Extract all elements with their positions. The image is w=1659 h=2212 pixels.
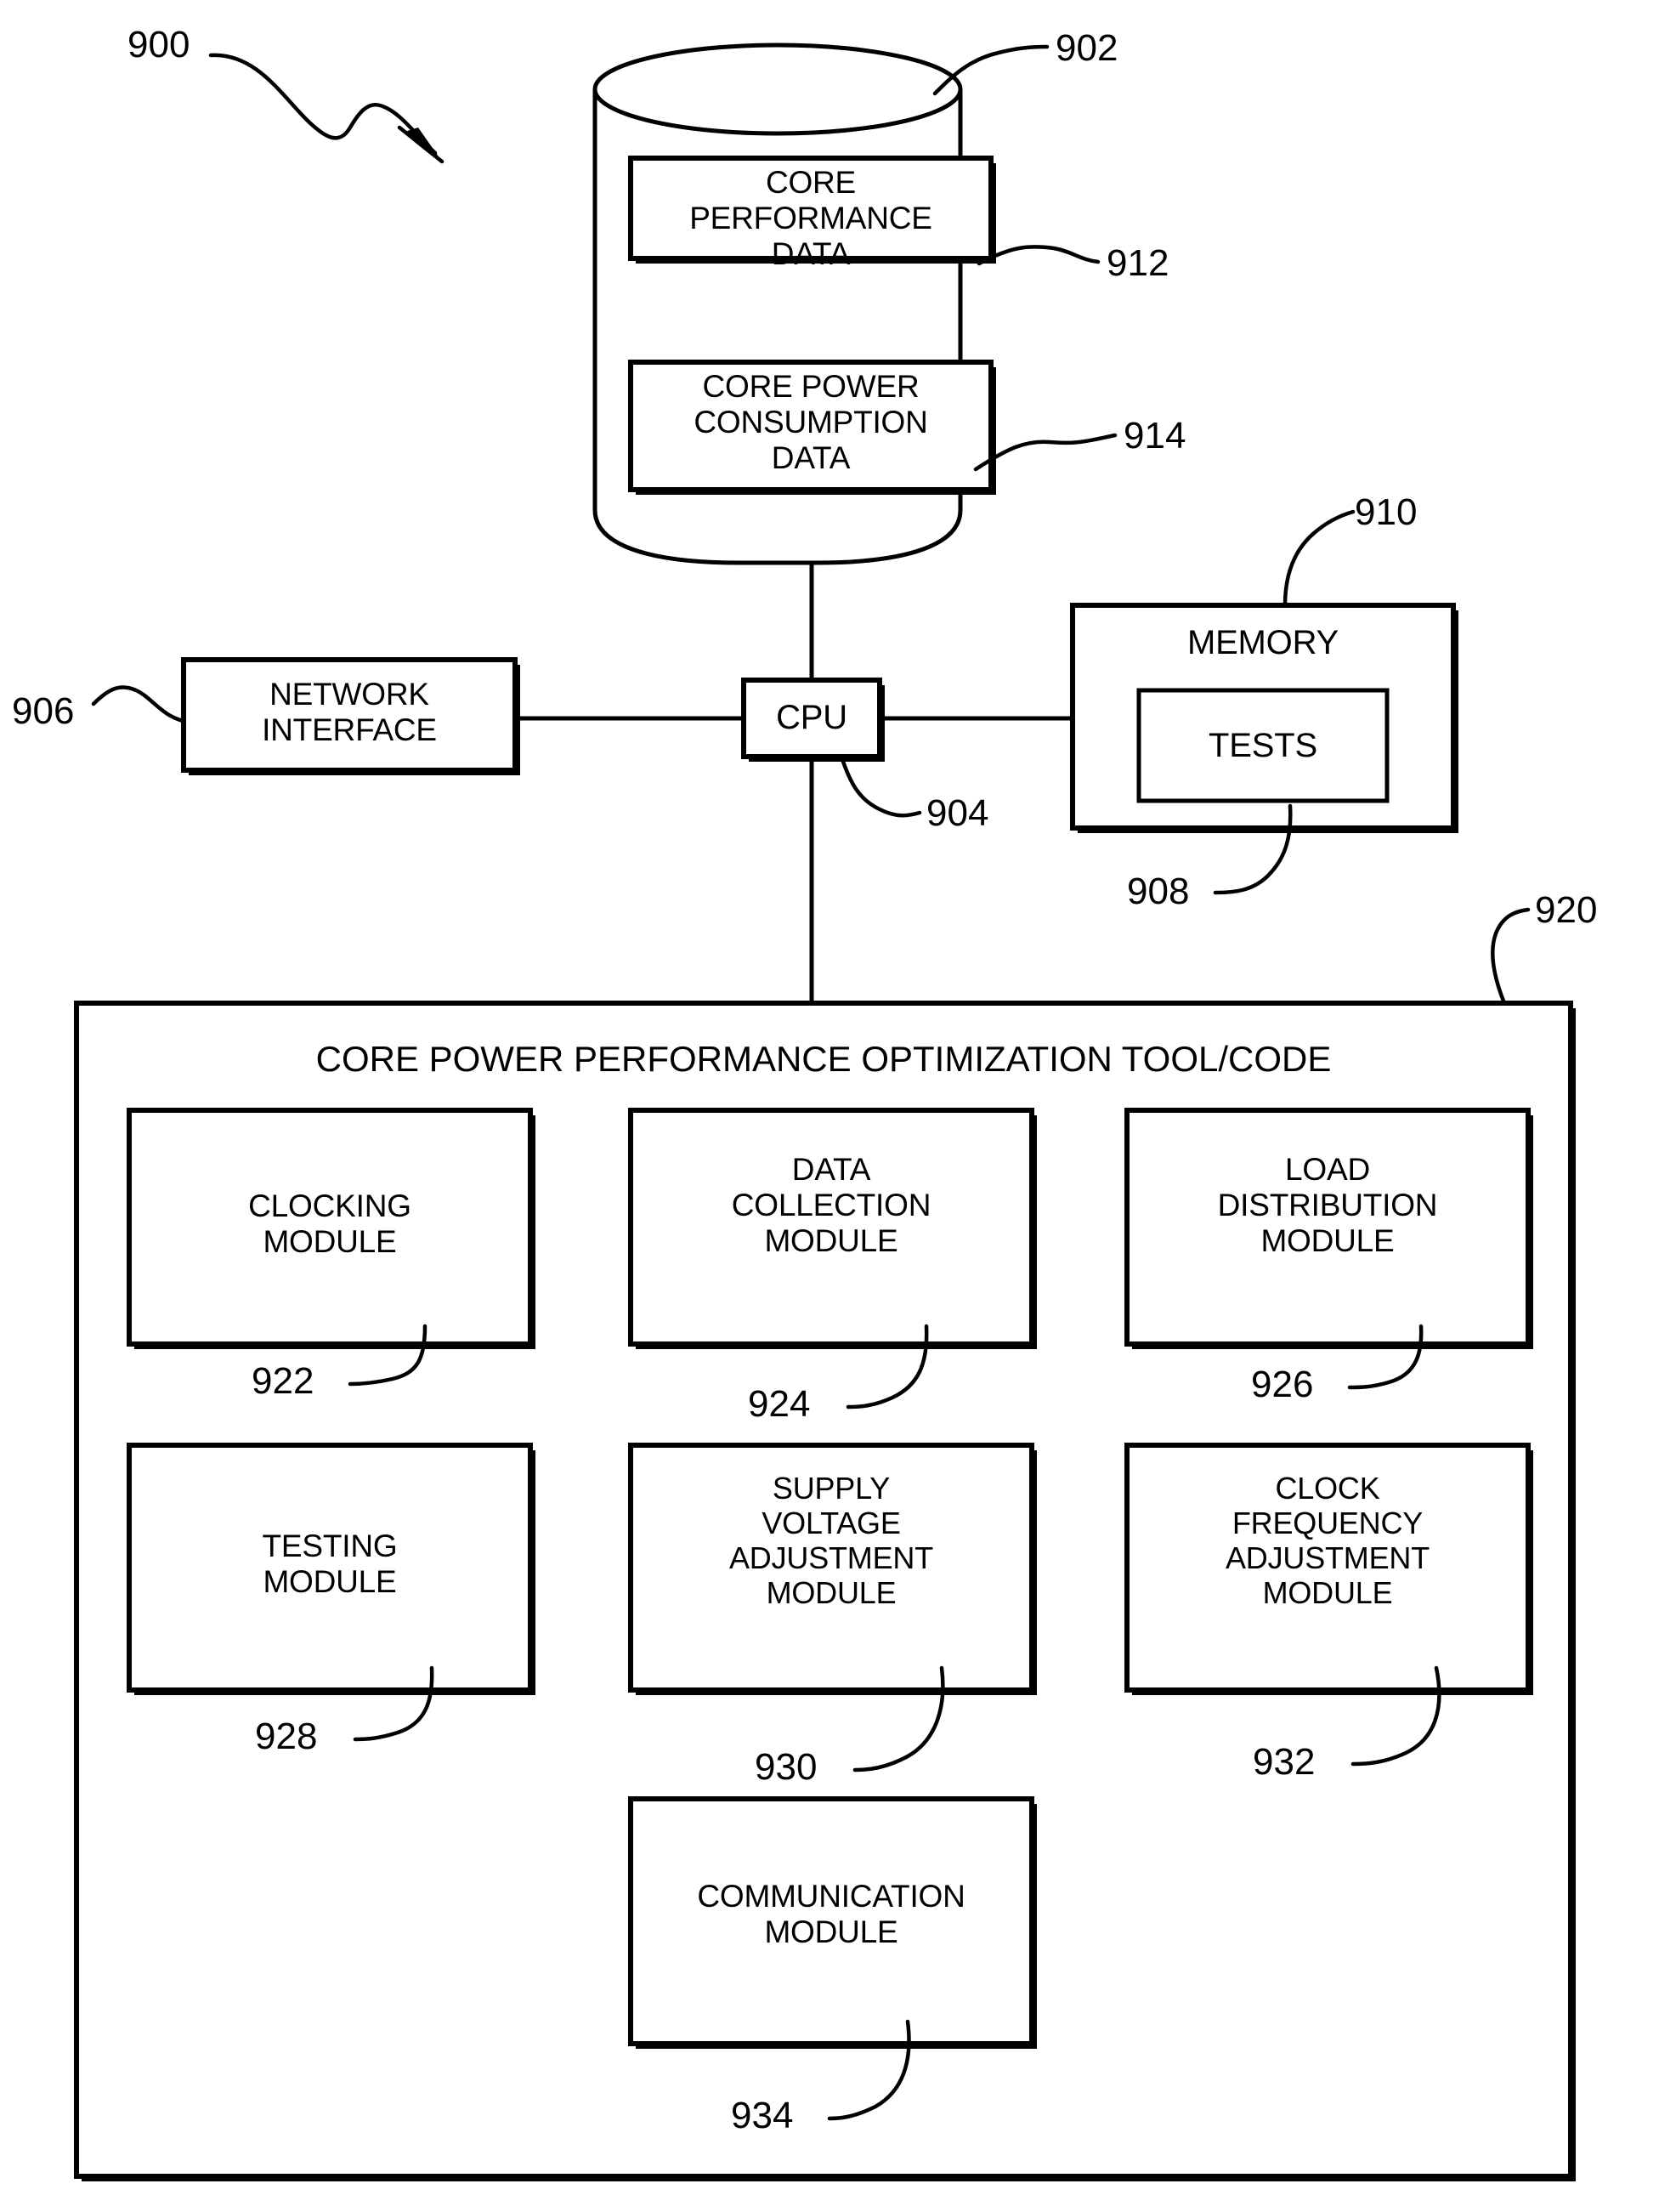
module-label-load-distribution: LOAD DISTRIBUTION MODULE — [1217, 1152, 1438, 1259]
module-label-testing: TESTING MODULE — [262, 1529, 398, 1600]
ref-904: 904 — [926, 792, 989, 834]
ref-922: 922 — [252, 1360, 314, 1402]
ref-908: 908 — [1127, 871, 1190, 912]
leader-920 — [1491, 907, 1531, 1006]
memory-label: MEMORY — [1186, 624, 1339, 661]
ref-930: 930 — [755, 1746, 818, 1788]
ref-914: 914 — [1124, 415, 1186, 457]
leader-914 — [973, 433, 1118, 472]
core-performance-data-label: CORE PERFORMANCE DATA — [689, 165, 932, 272]
tool-title: CORE POWER PERFORMANCE OPTIMIZATION TOOL… — [315, 1039, 1332, 1079]
ref-926: 926 — [1251, 1364, 1314, 1405]
ref-924: 924 — [748, 1383, 811, 1425]
module-label-supply-voltage: SUPPLY VOLTAGE ADJUSTMENT MODULE — [729, 1471, 933, 1611]
ref-928: 928 — [255, 1716, 318, 1757]
ref-934: 934 — [731, 2095, 794, 2136]
module-label-data-collection: DATA COLLECTION MODULE — [731, 1152, 931, 1259]
figure-ref-900: 900 — [127, 24, 190, 65]
ref-912: 912 — [1107, 242, 1169, 284]
ref-932: 932 — [1253, 1741, 1316, 1783]
module-label-clock-frequency: CLOCK FREQUENCY ADJUSTMENT MODULE — [1226, 1471, 1430, 1611]
leader-910 — [1282, 509, 1356, 608]
leader-912 — [977, 245, 1101, 266]
core-power-consumption-data-label: CORE POWER CONSUMPTION DATA — [694, 369, 928, 476]
leader-906 — [91, 685, 186, 723]
ref-906: 906 — [12, 690, 75, 732]
ref-920: 920 — [1535, 889, 1598, 931]
module-label-clocking: CLOCKING MODULE — [248, 1188, 411, 1260]
leader-904 — [839, 754, 922, 818]
tests-label: TESTS — [1209, 727, 1317, 764]
ref-902: 902 — [1056, 27, 1118, 69]
cpu-label: CPU — [776, 699, 847, 736]
network-interface-label: NETWORK INTERFACE — [262, 677, 437, 748]
ref-910: 910 — [1355, 491, 1418, 533]
figure-ref-arrow-900 — [208, 53, 444, 164]
module-label-communication: COMMUNICATION MODULE — [697, 1879, 965, 1950]
patent-figure-900: 900 902 CORE PERFORMANCE DATA 912 CORE P… — [0, 0, 1659, 2212]
